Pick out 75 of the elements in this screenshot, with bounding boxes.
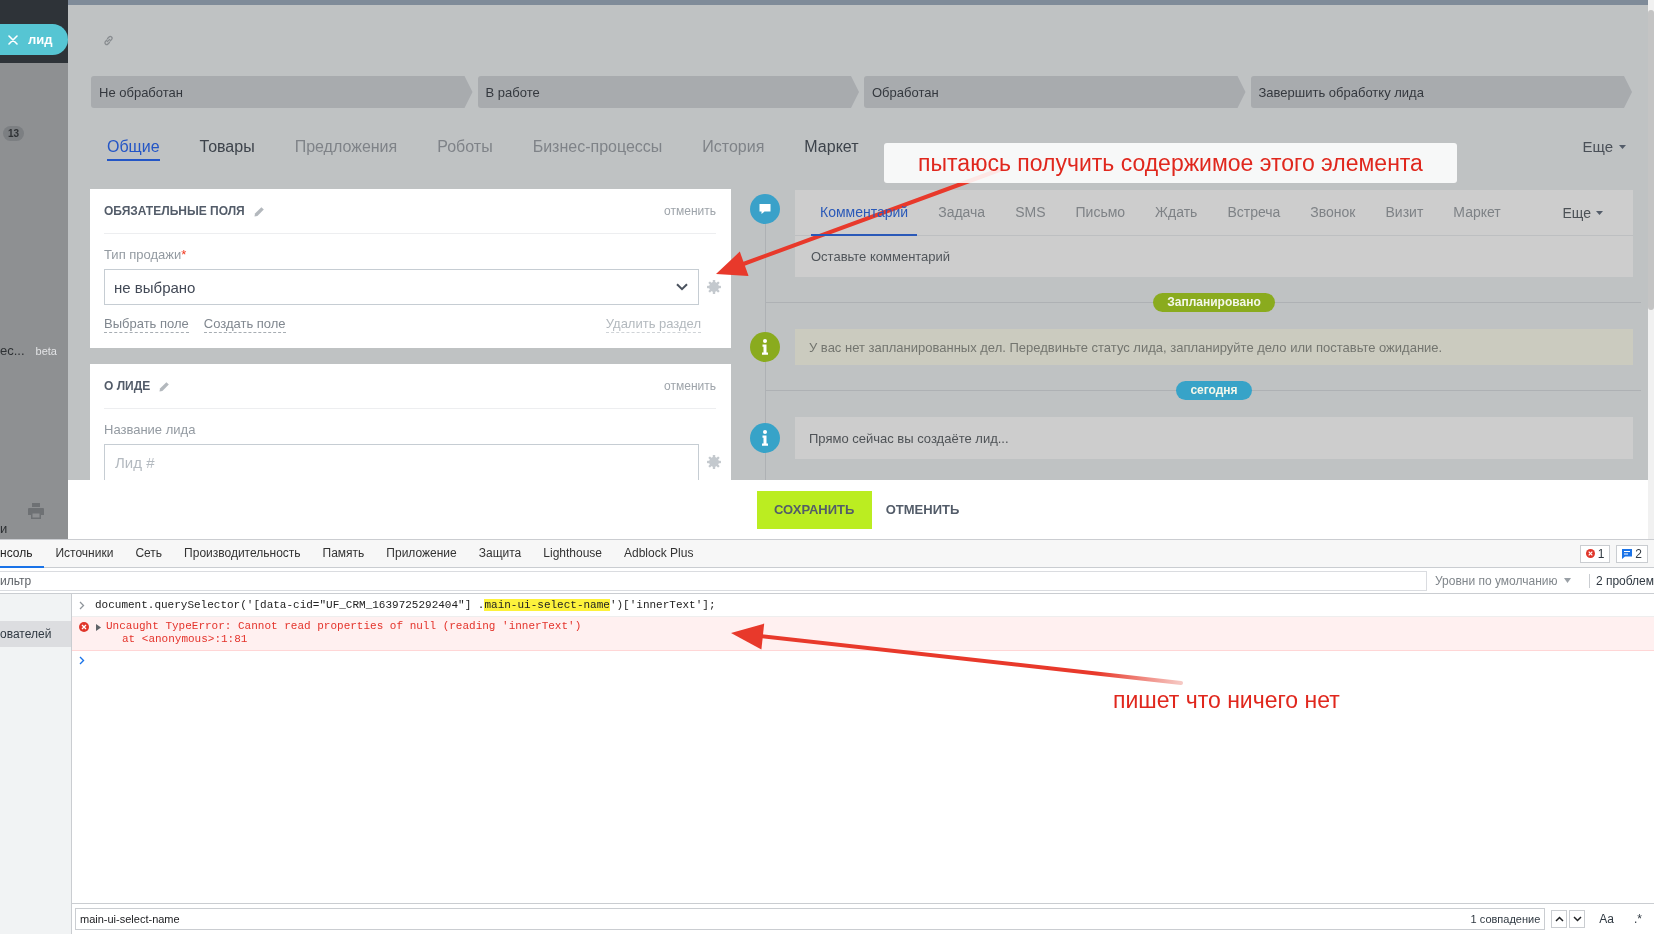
- cancel-link[interactable]: отменить: [664, 204, 716, 218]
- link-icon[interactable]: [103, 35, 114, 46]
- error-message: Uncaught TypeError: Cannot read properties of null (reading 'innerText'): [106, 620, 582, 633]
- devtools-tab[interactable]: Память: [311, 540, 376, 568]
- console-command: document.querySelector('[data-cid="UF_CRM_1639725292404"] .main-ui-select-name')['innerText'];: [95, 599, 716, 611]
- counter-badge: 13: [3, 126, 25, 141]
- pencil-icon[interactable]: [159, 380, 171, 392]
- devtools-tab[interactable]: нсоль: [0, 540, 45, 568]
- tab[interactable]: Маркет: [804, 137, 859, 161]
- prompt-icon: [79, 656, 85, 665]
- save-button[interactable]: СОХРАНИТЬ: [756, 490, 872, 529]
- devtools-tab[interactable]: Производительность: [173, 540, 312, 568]
- timeline-label: Запланировано: [1153, 293, 1275, 312]
- annotation-note: пытаюсь получить содержимое этого элемента: [884, 143, 1457, 183]
- devtools-tab[interactable]: Adblock Plus: [613, 540, 705, 568]
- close-icon: [8, 34, 18, 45]
- filter-field[interactable]: ильтр: [0, 570, 1427, 591]
- sidebar-item[interactable]: ователей: [0, 621, 71, 647]
- section-title: О ЛИДЕ: [104, 379, 151, 393]
- devtools-tab[interactable]: Lighthouse: [532, 540, 613, 568]
- tab[interactable]: Товары: [199, 137, 255, 161]
- next-match-button[interactable]: [1569, 910, 1586, 928]
- scrollbar-thumb[interactable]: [1648, 10, 1654, 310]
- match-case-button[interactable]: Aa: [1595, 912, 1618, 926]
- stack-trace: at <anonymous>:1:81: [122, 633, 248, 646]
- caret-icon: [1619, 145, 1626, 149]
- caret-icon: [1596, 210, 1603, 215]
- devtools-tab[interactable]: Приложение: [375, 540, 468, 568]
- stage-step[interactable]: В работе: [477, 76, 859, 108]
- chevron-down-icon: [676, 283, 688, 291]
- tab[interactable]: Общие: [107, 137, 160, 161]
- error-count-button[interactable]: 1: [1579, 544, 1611, 563]
- caret-icon: [1563, 578, 1571, 583]
- sidebar-text: и: [0, 521, 8, 536]
- more-button[interactable]: Еще: [1562, 190, 1603, 235]
- print-icon[interactable]: [28, 503, 44, 519]
- comment-field[interactable]: Оставьте комментарий: [795, 236, 1633, 277]
- devtools-tab[interactable]: Сеть: [124, 540, 174, 568]
- expand-icon[interactable]: [96, 624, 101, 631]
- input-field[interactable]: Лид #: [104, 444, 699, 480]
- timeline-entry: Прямо сейчас вы создаёте лид...: [795, 417, 1633, 459]
- issues-button[interactable]: 2 проблем: [1588, 573, 1654, 588]
- section-title: ОБЯЗАТЕЛЬНЫЕ ПОЛЯ: [104, 204, 245, 218]
- regex-button[interactable]: .*: [1630, 912, 1646, 926]
- select-field[interactable]: не выбрано: [104, 269, 699, 305]
- levels-dropdown[interactable]: Уровни по умолчанию: [1435, 573, 1571, 588]
- beta-label: beta: [35, 345, 57, 357]
- message-icon: [1622, 548, 1633, 559]
- devtools-tab[interactable]: Источники: [44, 540, 125, 568]
- previous-match-button[interactable]: [1551, 910, 1568, 928]
- devtools-tab[interactable]: Защита: [467, 540, 533, 568]
- cancel-link[interactable]: отменить: [664, 379, 716, 393]
- field-link[interactable]: Создать поле: [203, 316, 286, 333]
- timeline-label: сегодня: [1176, 381, 1252, 400]
- field-label: Название лида: [104, 422, 197, 438]
- field-label: Тип продажи*: [104, 247, 188, 263]
- pencil-icon[interactable]: [253, 205, 265, 217]
- comment-icon: [750, 194, 780, 224]
- gear-icon[interactable]: [707, 455, 721, 469]
- stage-step[interactable]: Не обработан: [91, 76, 473, 108]
- message-count-button[interactable]: 2: [1616, 544, 1648, 563]
- error-icon: [79, 622, 89, 632]
- timeline-entry: У вас нет запланированных дел. Передвиньте статус лида, запланируйте дело или поставьте ожидание.: [795, 329, 1633, 365]
- chevron-up-icon: [1554, 916, 1564, 922]
- more-button[interactable]: Еще: [1582, 137, 1626, 157]
- chevron-down-icon: [1572, 916, 1582, 922]
- cancel-button[interactable]: ОТМЕНИТЬ: [885, 502, 960, 517]
- error-icon: [1585, 549, 1595, 558]
- annotation-text: пишет что ничего нет: [1113, 686, 1340, 714]
- gear-icon[interactable]: [707, 280, 721, 294]
- sidebar-item[interactable]: ес...: [0, 343, 25, 358]
- chevron-icon: [79, 600, 85, 610]
- field-link[interactable]: Выбрать поле: [104, 316, 189, 333]
- stage-step[interactable]: Обработан: [864, 76, 1246, 108]
- stage-step[interactable]: Завершить обработку лида: [1250, 76, 1632, 108]
